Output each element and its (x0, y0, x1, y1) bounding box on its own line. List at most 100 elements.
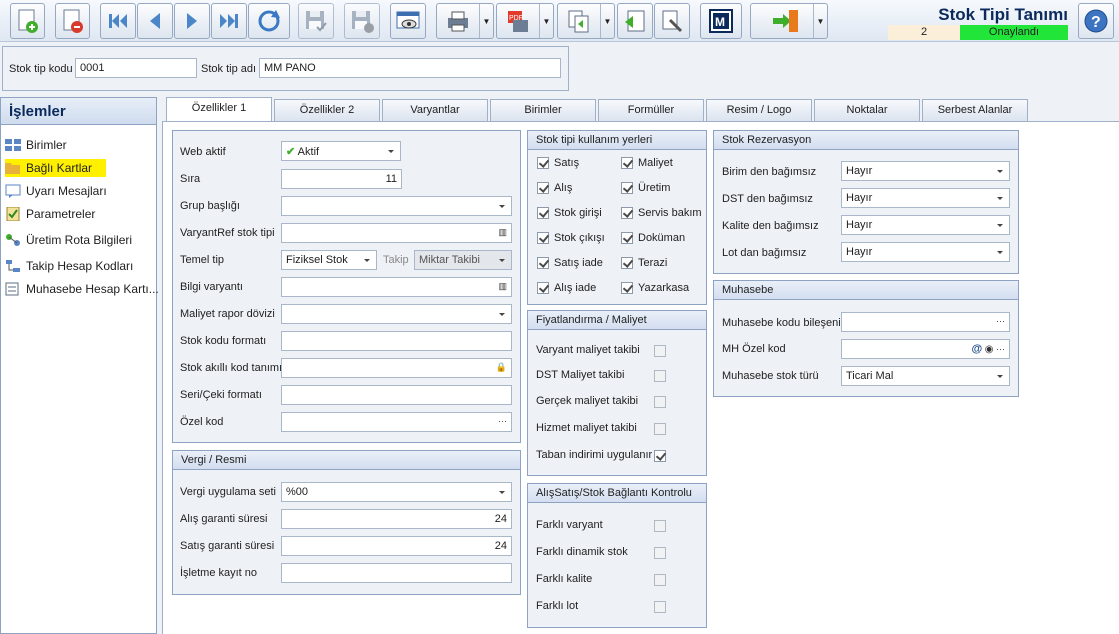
rezervasyon-group: Stok Rezervasyon Birim den bağımsız Hayı… (713, 130, 1019, 274)
isletme-input[interactable] (281, 563, 512, 583)
cancel-save-button[interactable] (344, 3, 380, 39)
lock-icon[interactable]: 🔒 (496, 362, 507, 373)
preview-button[interactable] (390, 3, 426, 39)
muhasebe-bileseni-input[interactable]: ··· (841, 312, 1010, 332)
uretim-checkbox[interactable] (621, 182, 633, 194)
stok-girisi-checkbox[interactable] (537, 207, 549, 219)
alis-garanti-input[interactable]: 24 (281, 509, 512, 529)
tab-noktalar[interactable]: Noktalar (814, 99, 920, 121)
tab-ozellikler-2[interactable]: Özellikler 2 (274, 99, 380, 121)
tab-ozellikler-1[interactable]: Özellikler 1 (166, 97, 272, 121)
varyantref-label: VaryantRef stok tipi (180, 227, 275, 239)
farkli-lot-checkbox[interactable] (654, 601, 666, 613)
farkli-dinamik-stok-checkbox[interactable] (654, 547, 666, 559)
ellipsis-icon[interactable]: @ ◉ ··· (972, 343, 1005, 355)
ellipsis-icon[interactable]: ··· (996, 316, 1005, 326)
bilgi-varyanti-label: Bilgi varyantı (180, 281, 243, 293)
preview-icon (395, 8, 421, 34)
grup-select[interactable] (281, 196, 512, 216)
export-pdf-button[interactable]: PDF ▼ (496, 3, 554, 39)
print-button[interactable]: ▼ (436, 3, 494, 39)
last-record-button[interactable] (211, 3, 247, 39)
tab-birimler[interactable]: Birimler (490, 99, 596, 121)
stok-kodu-formati-input[interactable] (281, 331, 512, 351)
sidebar-item-bagli-kartlar[interactable]: Bağlı Kartlar (5, 159, 107, 177)
satis-checkbox[interactable] (537, 157, 549, 169)
copy-button[interactable]: ▼ (557, 3, 615, 39)
add-page-icon (15, 8, 41, 34)
farkli-varyant-checkbox[interactable] (654, 520, 666, 532)
mh-ozel-kod-input[interactable]: @ ◉ ··· (841, 339, 1010, 359)
maliyet-label: Maliyet (638, 157, 673, 169)
ellipsis-icon[interactable]: ··· (498, 416, 507, 426)
chevron-down-icon[interactable]: ▼ (479, 4, 493, 38)
satis-garanti-input[interactable]: 24 (281, 536, 512, 556)
sidebar-item-uretim-rota[interactable]: Üretim Rota Bilgileri (5, 231, 132, 249)
maliyet-checkbox[interactable] (621, 157, 633, 169)
stock-type-name-input[interactable]: MM PANO (259, 58, 561, 78)
settings-button[interactable] (654, 3, 690, 39)
gercek-maliyet-checkbox[interactable] (654, 396, 666, 408)
uretim-label: Üretim (638, 182, 671, 194)
sidebar-item-takip-hesap[interactable]: Takip Hesap Kodları (5, 257, 133, 275)
stock-type-code-input[interactable]: 0001 (75, 58, 197, 78)
save-button[interactable] (298, 3, 334, 39)
module-button[interactable]: M (700, 3, 742, 39)
previous-record-button[interactable] (137, 3, 173, 39)
dokuman-checkbox[interactable] (621, 232, 633, 244)
chevron-down-icon[interactable]: ▼ (539, 4, 553, 38)
dst-maliyet-checkbox[interactable] (654, 370, 666, 382)
chevron-down-icon (499, 491, 505, 494)
varyantref-input[interactable]: ▥ (281, 223, 512, 243)
satis-iade-checkbox[interactable] (537, 257, 549, 269)
lookup-icon[interactable]: ▥ (498, 281, 507, 292)
new-record-button[interactable] (10, 3, 45, 39)
alis-checkbox[interactable] (537, 182, 549, 194)
seri-ceki-input[interactable] (281, 385, 512, 405)
tab-serbest-alanlar[interactable]: Serbest Alanlar (922, 99, 1028, 121)
sidebar-item-muhasebe-hesap[interactable]: Muhasebe Hesap Kartı... (5, 280, 159, 298)
sidebar-item-parametreler[interactable]: Parametreler (5, 205, 95, 223)
varyant-maliyet-checkbox[interactable] (654, 345, 666, 357)
next-record-button[interactable] (174, 3, 210, 39)
maliyet-doviz-select[interactable] (281, 304, 512, 324)
exit-button[interactable]: ▼ (750, 3, 828, 39)
sidebar-item-uyari-mesajlari[interactable]: Uyarı Mesajları (5, 182, 107, 200)
sidebar-item-birimler[interactable]: Birimler (5, 136, 67, 154)
import-button[interactable] (617, 3, 653, 39)
muhasebe-stok-turu-select[interactable]: Ticari Mal (841, 366, 1010, 386)
lot-bagimsiz-select[interactable]: Hayır (841, 242, 1010, 262)
first-record-button[interactable] (100, 3, 136, 39)
servis-bakim-checkbox[interactable] (621, 207, 633, 219)
bilgi-varyanti-input[interactable]: ▥ (281, 277, 512, 297)
yazarkasa-checkbox[interactable] (621, 282, 633, 294)
farkli-kalite-checkbox[interactable] (654, 574, 666, 586)
terazi-checkbox[interactable] (621, 257, 633, 269)
alis-iade-checkbox[interactable] (537, 282, 549, 294)
sira-input[interactable]: 11 (281, 169, 402, 189)
gercek-maliyet-label: Gerçek maliyet takibi (536, 395, 639, 407)
tab-varyantlar[interactable]: Varyantlar (382, 99, 488, 121)
chevron-down-icon[interactable]: ▼ (813, 4, 827, 38)
dst-bagimsiz-select[interactable]: Hayır (841, 188, 1010, 208)
delete-record-button[interactable] (55, 3, 90, 39)
help-button[interactable]: ? (1078, 3, 1114, 39)
tab-formuller[interactable]: Formüller (598, 99, 704, 121)
lookup-icon[interactable]: ▥ (498, 227, 507, 238)
taban-indirimi-checkbox[interactable] (654, 450, 666, 462)
refresh-button[interactable] (248, 3, 290, 39)
ozel-kod-input[interactable]: ··· (281, 412, 512, 432)
hizmet-maliyet-checkbox[interactable] (654, 423, 666, 435)
view-icon[interactable]: ◉ (985, 344, 994, 355)
at-icon[interactable]: @ (972, 343, 983, 355)
web-aktif-select[interactable]: ✔ Aktif (281, 141, 401, 161)
akilli-kod-input[interactable]: 🔒 (281, 358, 512, 378)
stok-cikisi-checkbox[interactable] (537, 232, 549, 244)
vergi-uygulama-select[interactable]: %00 (281, 482, 512, 502)
temel-tip-select[interactable]: Fiziksel Stok (281, 250, 377, 270)
kalite-bagimsiz-select[interactable]: Hayır (841, 215, 1010, 235)
birim-bagimsiz-select[interactable]: Hayır (841, 161, 1010, 181)
tab-resim-logo[interactable]: Resim / Logo (706, 99, 812, 121)
chevron-down-icon[interactable]: ▼ (600, 4, 614, 38)
kalite-bagimsiz-value: Hayır (846, 219, 873, 231)
